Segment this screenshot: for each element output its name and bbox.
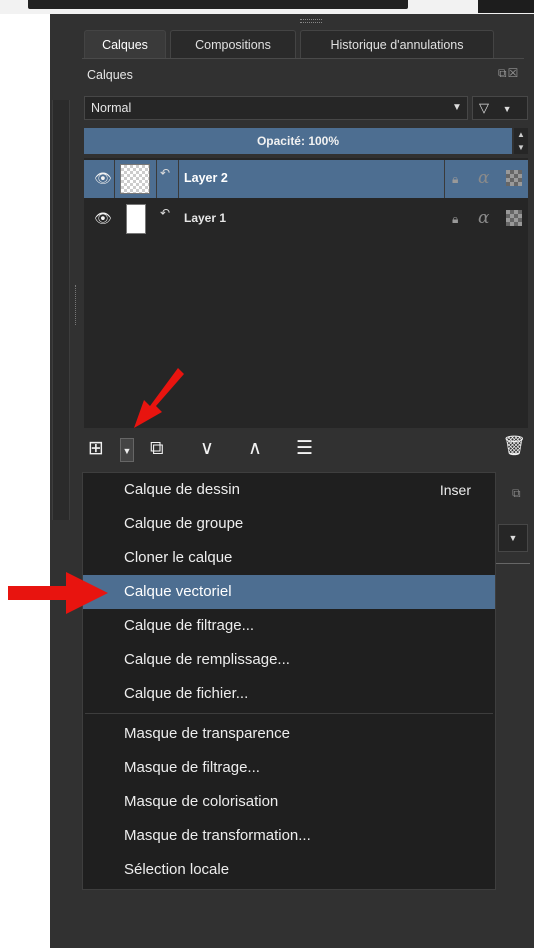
- lock-icon[interactable]: 🔒︎: [452, 172, 458, 187]
- tab-label: Historique d'annulations: [330, 38, 464, 52]
- menu-item-shortcut: Inser: [439, 482, 471, 498]
- divider: [496, 563, 530, 564]
- opacity-slider[interactable]: Opacité: 100%: [84, 128, 512, 154]
- chevron-down-icon: ▼: [498, 524, 528, 552]
- menu-item-masque-de-transparence[interactable]: Masque de transparence: [83, 717, 495, 751]
- eye-icon[interactable]: 👁︎: [94, 210, 112, 227]
- delete-layer-icon[interactable]: 🗑︎: [502, 436, 526, 458]
- menu-item-label: Masque de transformation...: [124, 827, 311, 844]
- menu-item-label: Cloner le calque: [124, 549, 233, 566]
- menu-item-label: Calque de remplissage...: [124, 651, 290, 668]
- menu-item-calque-de-fichier[interactable]: Calque de fichier...: [83, 677, 495, 711]
- drag-handle-icon[interactable]: [300, 19, 322, 23]
- menu-item-label: Masque de transparence: [124, 725, 290, 742]
- divider: [156, 160, 157, 198]
- chevron-down-icon[interactable]: ▼: [448, 97, 466, 119]
- menu-item-label: Calque vectoriel: [124, 583, 232, 600]
- lock-icon[interactable]: 🔒︎: [452, 212, 458, 227]
- layer-row[interactable]: 👁︎ ↶ Layer 2 🔒︎ α: [84, 160, 528, 198]
- filter-button[interactable]: ▽ ▼: [472, 96, 528, 120]
- tab-compositions[interactable]: Compositions: [170, 30, 296, 58]
- menu-item-label: Sélection locale: [124, 861, 230, 878]
- tab-calques[interactable]: Calques: [84, 30, 166, 58]
- inherit-alpha-icon[interactable]: [506, 170, 522, 186]
- docker-title-buttons: ⧉☒: [498, 66, 519, 81]
- new-layer-menu: Calque de dessin Inser Calque de groupe …: [82, 472, 496, 890]
- inherit-alpha-icon[interactable]: [506, 210, 522, 226]
- annotation-arrow-down-icon: [134, 368, 184, 428]
- layer-name[interactable]: Layer 1: [184, 211, 226, 225]
- layer-name[interactable]: Layer 2: [184, 171, 228, 185]
- paint-layer-icon: ↶: [160, 206, 171, 220]
- menu-item-label: Calque de fichier...: [124, 685, 249, 702]
- menu-item-calque-de-remplissage[interactable]: Calque de remplissage...: [83, 643, 495, 677]
- float-icon: ⧉: [512, 486, 521, 500]
- close-icon[interactable]: ☒: [508, 66, 520, 80]
- layer-row[interactable]: 👁︎ ↶ Layer 1 🔒︎ α: [84, 200, 528, 238]
- top-strip: [0, 0, 534, 14]
- move-up-icon[interactable]: ∧: [248, 438, 262, 460]
- menu-item-label: Calque de dessin: [124, 481, 240, 498]
- menu-item-label: Masque de colorisation: [124, 793, 279, 810]
- alpha-lock-icon[interactable]: α: [478, 208, 489, 228]
- menu-item-masque-de-colorisation[interactable]: Masque de colorisation: [83, 785, 495, 819]
- divider: [178, 160, 179, 198]
- menu-item-calque-de-groupe[interactable]: Calque de groupe: [83, 507, 495, 541]
- layer-properties-icon[interactable]: ☰: [296, 438, 313, 460]
- annotation-arrow-right-icon: [8, 572, 108, 614]
- eye-icon[interactable]: 👁︎: [94, 170, 112, 187]
- side-scrollbar[interactable]: [52, 100, 70, 520]
- add-layer-icon[interactable]: ⊞: [88, 438, 104, 460]
- divider: [114, 160, 115, 198]
- menu-item-masque-de-filtrage[interactable]: Masque de filtrage...: [83, 751, 495, 785]
- blend-mode-select[interactable]: Normal: [84, 96, 468, 120]
- resize-grip-icon[interactable]: [75, 285, 78, 325]
- menu-item-label: Calque de filtrage...: [124, 617, 255, 634]
- menu-separator: [85, 713, 493, 714]
- duplicate-layer-icon[interactable]: ⧉: [150, 438, 164, 460]
- menu-item-label: Calque de groupe: [124, 515, 244, 532]
- layer-thumbnail: [120, 164, 150, 194]
- docker-title: Calques: [87, 68, 133, 82]
- filter-icon: ▽: [479, 100, 489, 115]
- menu-item-masque-de-transformation[interactable]: Masque de transformation...: [83, 819, 495, 853]
- menu-item-calque-vectoriel[interactable]: Calque vectoriel: [83, 575, 495, 609]
- tab-bar-divider: [82, 58, 524, 59]
- window-bar: [28, 0, 408, 9]
- paint-layer-icon: ↶: [160, 166, 171, 180]
- chevron-down-icon: ▼: [502, 104, 512, 114]
- move-down-icon[interactable]: ∨: [200, 438, 214, 460]
- menu-item-cloner-le-calque[interactable]: Cloner le calque: [83, 541, 495, 575]
- alpha-lock-icon[interactable]: α: [478, 168, 489, 188]
- window-corner: [478, 0, 534, 13]
- tab-label: Compositions: [195, 38, 271, 52]
- dropdown-arrow-icon[interactable]: ▼: [120, 438, 134, 462]
- menu-item-label: Masque de filtrage...: [124, 759, 260, 776]
- menu-item-calque-de-filtrage[interactable]: Calque de filtrage...: [83, 609, 495, 643]
- float-icon[interactable]: ⧉: [498, 66, 508, 80]
- menu-item-selection-locale[interactable]: Sélection locale: [83, 853, 495, 887]
- menu-item-calque-de-dessin[interactable]: Calque de dessin Inser: [83, 473, 495, 507]
- layer-thumbnail: [126, 204, 146, 234]
- tab-label: Calques: [102, 38, 148, 52]
- opacity-spinner[interactable]: ▲ ▼: [514, 128, 528, 154]
- divider: [444, 160, 445, 198]
- tab-historique[interactable]: Historique d'annulations: [300, 30, 494, 58]
